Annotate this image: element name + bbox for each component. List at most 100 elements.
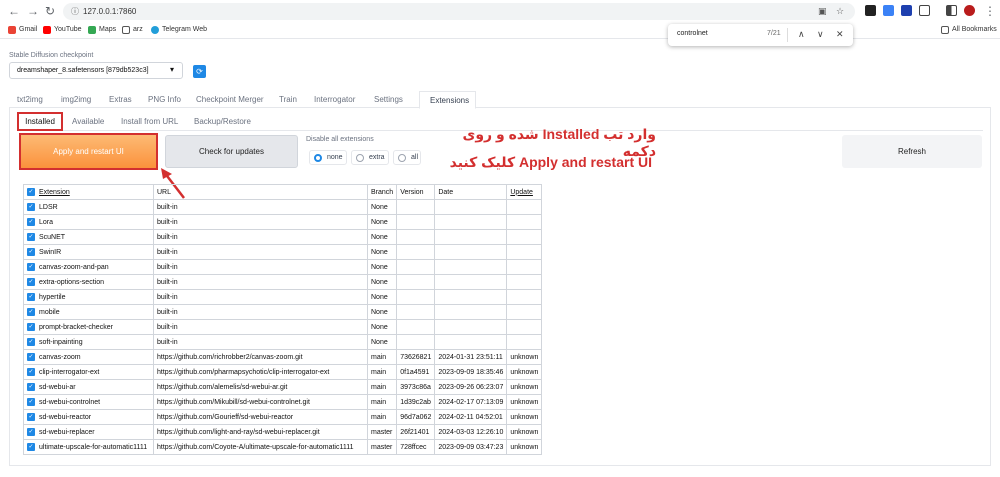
bookmark-youtube[interactable]: YouTube — [43, 25, 82, 35]
extension-name: ✓ canvas-zoom-and-pan — [23, 259, 154, 275]
extension-url: built-in — [153, 244, 368, 260]
table-row: ✓ Lora built-in None — [23, 214, 543, 230]
extension-url: built-in — [153, 334, 368, 350]
checkpoint-select[interactable]: dreamshaper_8.safetensors [879db523c3] ▾ — [9, 62, 183, 79]
extension-checkbox[interactable]: ✓ — [27, 368, 35, 376]
table-row: ✓ sd-webui-controlnet https://github.com/M… — [23, 394, 543, 410]
bookmark-maps[interactable]: Maps — [88, 25, 116, 35]
extension-checkbox[interactable]: ✓ — [27, 308, 35, 316]
extension-checkbox[interactable]: ✓ — [27, 218, 35, 226]
bookmark-telegram[interactable]: Telegram Web — [151, 25, 207, 35]
extension-checkbox[interactable]: ✓ — [27, 233, 35, 241]
extension-checkbox[interactable]: ✓ — [27, 248, 35, 256]
tab-train[interactable]: Train — [279, 95, 297, 105]
extension-checkbox[interactable]: ✓ — [27, 413, 35, 421]
extension-checkbox[interactable]: ✓ — [27, 443, 35, 451]
table-row: ✓ sd-webui-reactor https://github.com/Gour… — [23, 409, 543, 425]
find-close-icon[interactable]: ✕ — [836, 28, 844, 41]
apply-and-restart-button[interactable]: Apply and restart UI — [19, 133, 158, 170]
extension-update — [506, 319, 543, 335]
browser-toolbar: ← → ↻ ⓘ 127.0.0.1:7860 ▣ ☆ ⋮ — [0, 0, 1000, 22]
tab-img2img[interactable]: img2img — [61, 95, 91, 105]
extension-url: built-in — [153, 274, 368, 290]
extension-date — [434, 199, 508, 215]
tab-extras[interactable]: Extras — [109, 95, 132, 105]
extension-date: 2024-01-31 23:51:11 — [434, 349, 508, 365]
tab-png-info[interactable]: PNG Info — [148, 95, 181, 105]
extension-date: 2023-09-26 06:23:07 — [434, 379, 508, 395]
extension-update — [506, 334, 543, 350]
extension-branch: main — [366, 409, 398, 425]
extension-update — [506, 244, 543, 260]
extension-checkbox[interactable]: ✓ — [27, 338, 35, 346]
extension-url: built-in — [153, 199, 368, 215]
table-row: ✓ canvas-zoom https://github.com/richrobbe… — [23, 349, 543, 365]
subtab-backup-restore[interactable]: Backup/Restore — [194, 117, 251, 126]
extension-version — [396, 319, 436, 335]
extension-date — [434, 274, 508, 290]
extension-checkbox[interactable]: ✓ — [27, 428, 35, 436]
select-all-checkbox[interactable]: ✓ — [27, 188, 35, 196]
extension-branch: main — [366, 364, 398, 380]
site-info-icon[interactable]: ⓘ — [71, 6, 79, 17]
find-divider — [787, 28, 788, 42]
find-input[interactable]: controlnet — [677, 30, 708, 37]
find-prev-icon[interactable]: ∧ — [798, 28, 805, 41]
extension-branch: None — [366, 214, 398, 230]
address-bar[interactable]: ⓘ 127.0.0.1:7860 ▣ ☆ — [63, 3, 855, 20]
extension-branch: None — [366, 259, 398, 275]
extension-date: 2023-09-09 18:35:46 — [434, 364, 508, 380]
extension-branch: None — [366, 274, 398, 290]
extension-checkbox[interactable]: ✓ — [27, 323, 35, 331]
profile-avatar[interactable] — [964, 5, 975, 16]
extension-url: https://github.com/Coyote-A/ultimate-ups… — [153, 439, 368, 455]
tab-checkpoint-merger[interactable]: Checkpoint Merger — [196, 95, 264, 105]
bookmark-arz[interactable]: arz — [122, 25, 143, 35]
refresh-checkpoint-button[interactable]: ⟳ — [193, 65, 206, 78]
check-for-updates-button[interactable]: Check for updates — [165, 135, 298, 168]
find-next-icon[interactable]: ∨ — [817, 28, 824, 41]
extensions-puzzle-icon[interactable] — [919, 5, 930, 16]
bookmark-gmail[interactable]: Gmail — [8, 25, 37, 35]
radio-all[interactable]: all — [393, 150, 421, 165]
subtab-install-from-url[interactable]: Install from URL — [121, 117, 178, 126]
extension-branch: None — [366, 304, 398, 320]
tab-txt2img[interactable]: txt2img — [17, 95, 43, 105]
reload-icon[interactable]: ↻ — [45, 3, 55, 19]
subtab-installed[interactable]: Installed — [17, 112, 63, 131]
extension-checkbox[interactable]: ✓ — [27, 353, 35, 361]
radio-none[interactable]: none — [309, 150, 347, 165]
extension-name: ✓ Lora — [23, 214, 154, 230]
extension-date — [434, 244, 508, 260]
find-count: 7/21 — [767, 30, 781, 37]
forward-icon[interactable]: → — [27, 3, 39, 19]
extension-version — [396, 289, 436, 305]
menu-dots-icon[interactable]: ⋮ — [984, 3, 996, 19]
extension-version — [396, 244, 436, 260]
extension-checkbox[interactable]: ✓ — [27, 398, 35, 406]
radio-extra[interactable]: extra — [351, 150, 389, 165]
extension-checkbox[interactable]: ✓ — [27, 383, 35, 391]
tab-interrogator[interactable]: Interrogator — [314, 95, 355, 105]
sidepanel-icon[interactable] — [946, 5, 957, 16]
extension-url: https://github.com/light-and-ray/sd-webu… — [153, 424, 368, 440]
tab-extensions[interactable]: Extensions — [419, 91, 476, 109]
extension-checkbox[interactable]: ✓ — [27, 203, 35, 211]
extension-branch: master — [366, 439, 398, 455]
extension-update: unknown — [506, 424, 543, 440]
refresh-button[interactable]: Refresh — [842, 135, 982, 168]
extension-checkbox[interactable]: ✓ — [27, 263, 35, 271]
all-bookmarks[interactable]: All Bookmarks — [941, 25, 997, 35]
extension-name: ✓ sd-webui-ar — [23, 379, 154, 395]
extension-pen-icon[interactable] — [865, 5, 876, 16]
back-icon[interactable]: ← — [8, 3, 20, 19]
subtab-available[interactable]: Available — [72, 117, 104, 126]
extension-grid-icon[interactable] — [883, 5, 894, 16]
extension-checkbox[interactable]: ✓ — [27, 278, 35, 286]
star-icon[interactable]: ☆ — [836, 5, 844, 18]
extension-checkbox[interactable]: ✓ — [27, 293, 35, 301]
extension-branch: None — [366, 289, 398, 305]
translate-icon[interactable]: ▣ — [818, 5, 827, 18]
tab-settings[interactable]: Settings — [374, 95, 403, 105]
extension-translate-icon[interactable] — [901, 5, 912, 16]
